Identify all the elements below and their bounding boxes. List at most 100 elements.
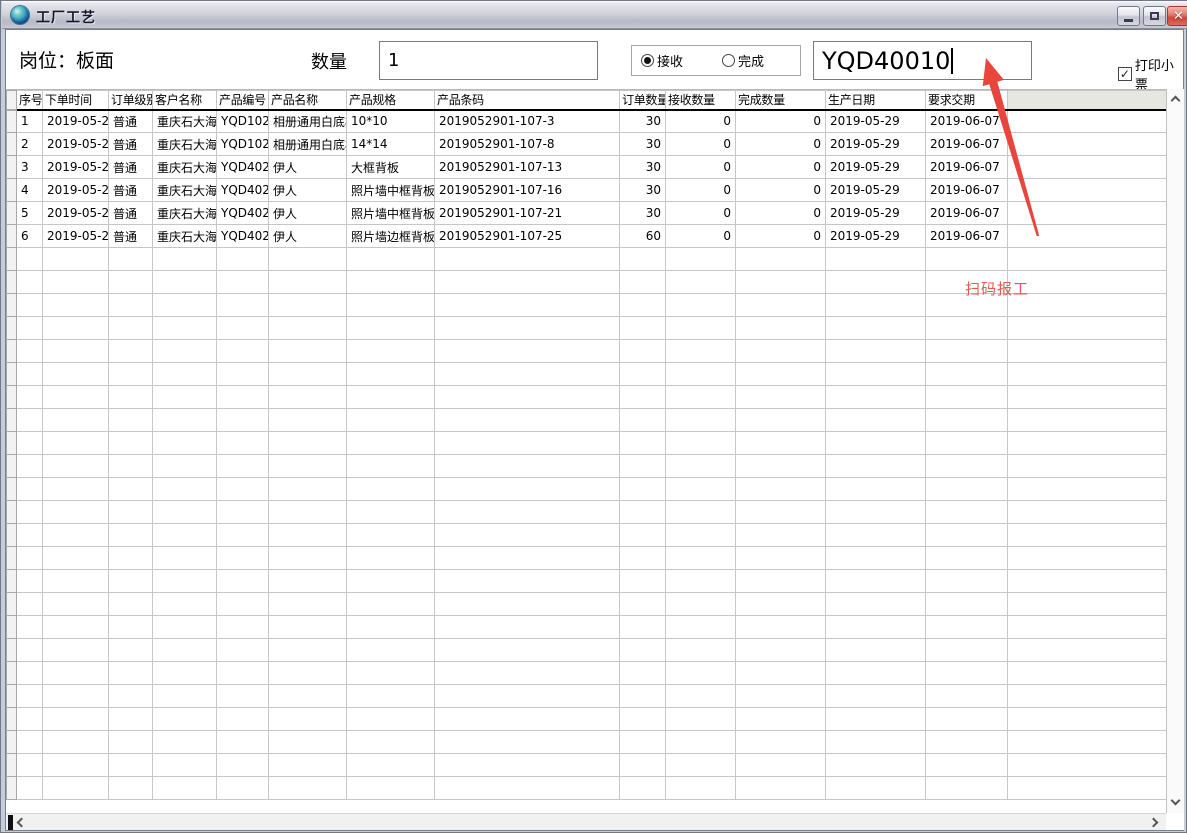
table-cell[interactable]: 5	[17, 202, 43, 225]
minimize-button[interactable]	[1117, 6, 1140, 26]
table-cell[interactable]: 2019-06-07	[926, 133, 1008, 156]
table-cell[interactable]: 2	[17, 133, 43, 156]
titlebar[interactable]: 工厂工艺 ✕	[2, 1, 1187, 29]
table-cell[interactable]: 14*14	[347, 133, 435, 156]
quantity-input[interactable]: 1	[379, 41, 598, 80]
table-cell[interactable]: 重庆石大海	[153, 133, 217, 156]
hscroll-thumb[interactable]	[8, 815, 13, 830]
table-cell[interactable]: 2019-05-28	[43, 133, 109, 156]
table-cell[interactable]: YQD40214	[217, 225, 269, 248]
table-cell[interactable]: 伊人	[269, 202, 347, 225]
table-cell[interactable]: 2019052901-107-16	[435, 179, 620, 202]
table-cell[interactable]: 2019-05-29	[826, 110, 926, 133]
column-header[interactable]: 客户名称	[153, 91, 217, 110]
table-cell[interactable]: 4	[17, 179, 43, 202]
scroll-down-button[interactable]	[1172, 797, 1180, 805]
table-cell[interactable]: 0	[736, 225, 826, 248]
table-cell[interactable]: 重庆石大海	[153, 202, 217, 225]
table-cell[interactable]: 6	[17, 225, 43, 248]
table-cell[interactable]: 2019-06-07	[926, 225, 1008, 248]
table-cell[interactable]: 普通	[109, 110, 153, 133]
column-header[interactable]: 订单级别	[109, 91, 153, 110]
table-cell[interactable]: 2019-05-28	[43, 225, 109, 248]
horizontal-scrollbar[interactable]	[6, 813, 1166, 830]
table-cell[interactable]: 照片墙边框背板	[347, 225, 435, 248]
receive-radio[interactable]: 接收	[641, 51, 713, 70]
table-cell[interactable]: 2019-05-29	[826, 179, 926, 202]
table-cell[interactable]: 0	[666, 202, 736, 225]
table-cell[interactable]: 0	[666, 179, 736, 202]
table-cell[interactable]: 普通	[109, 133, 153, 156]
table-cell[interactable]: 0	[666, 110, 736, 133]
table-cell[interactable]: 2019052901-107-13	[435, 156, 620, 179]
scroll-right-button[interactable]	[1150, 819, 1158, 827]
table-cell[interactable]: 2019052901-107-3	[435, 110, 620, 133]
table-cell[interactable]: 2019052901-107-21	[435, 202, 620, 225]
row-selector[interactable]	[7, 156, 17, 179]
table-cell[interactable]: 0	[666, 156, 736, 179]
row-selector[interactable]	[7, 202, 17, 225]
table-cell[interactable]: 0	[736, 179, 826, 202]
column-header[interactable]: 订单数量	[620, 91, 666, 110]
column-header[interactable]: 生产日期	[826, 91, 926, 110]
column-header[interactable]: 接收数量	[666, 91, 736, 110]
table-cell[interactable]: YQD10277	[217, 110, 269, 133]
table-cell[interactable]: 重庆石大海	[153, 156, 217, 179]
table-cell[interactable]: 普通	[109, 156, 153, 179]
row-selector[interactable]	[7, 225, 17, 248]
table-cell[interactable]: 重庆石大海	[153, 225, 217, 248]
table-cell[interactable]: 伊人	[269, 156, 347, 179]
table-cell[interactable]: 相册通用白底板	[269, 110, 347, 133]
table-cell[interactable]: 0	[736, 133, 826, 156]
table-cell[interactable]: 10*10	[347, 110, 435, 133]
table-cell[interactable]: 2019-06-07	[926, 156, 1008, 179]
column-header[interactable]: 下单时间	[43, 91, 109, 110]
vertical-scrollbar[interactable]	[1166, 89, 1184, 813]
table-cell[interactable]: YQD40213	[217, 179, 269, 202]
table-cell[interactable]: 3	[17, 156, 43, 179]
table-cell[interactable]: 30	[620, 179, 666, 202]
close-button[interactable]: ✕	[1167, 6, 1187, 26]
table-cell[interactable]: 2019-05-28	[43, 110, 109, 133]
maximize-button[interactable]	[1143, 6, 1166, 26]
column-header[interactable]: 产品名称	[269, 91, 347, 110]
table-cell[interactable]: 重庆石大海	[153, 179, 217, 202]
table-cell[interactable]: 1	[17, 110, 43, 133]
column-header[interactable]: 完成数量	[736, 91, 826, 110]
table-cell[interactable]: 30	[620, 133, 666, 156]
table-cell[interactable]: 2019-05-29	[826, 133, 926, 156]
barcode-input[interactable]: YQD40010	[813, 41, 1032, 80]
table-cell[interactable]: 2019-05-28	[43, 156, 109, 179]
table-cell[interactable]: YQD10278	[217, 133, 269, 156]
table-cell[interactable]: 2019-06-07	[926, 110, 1008, 133]
table-cell[interactable]: 2019-05-28	[43, 179, 109, 202]
table-cell[interactable]: 30	[620, 202, 666, 225]
table-cell[interactable]: 2019-05-28	[43, 202, 109, 225]
table-cell[interactable]: 伊人	[269, 179, 347, 202]
row-selector[interactable]	[7, 110, 17, 133]
scroll-up-button[interactable]	[1172, 97, 1180, 105]
row-selector[interactable]	[7, 179, 17, 202]
table-cell[interactable]: 2019052901-107-8	[435, 133, 620, 156]
row-selector[interactable]	[7, 133, 17, 156]
corner-header-cell[interactable]	[7, 91, 17, 110]
column-header[interactable]: 序号	[17, 91, 43, 110]
table-cell[interactable]: 普通	[109, 225, 153, 248]
column-header[interactable]: 产品编号	[217, 91, 269, 110]
table-cell[interactable]: 2019-05-29	[826, 202, 926, 225]
complete-radio[interactable]: 完成	[722, 51, 794, 70]
print-receipt-checkbox[interactable]: ✓ 打印小票	[1118, 55, 1186, 93]
table-cell[interactable]: 0	[666, 225, 736, 248]
table-cell[interactable]: 0	[736, 156, 826, 179]
table-cell[interactable]: 30	[620, 156, 666, 179]
table-cell[interactable]: 0	[736, 202, 826, 225]
table-cell[interactable]: 2019-06-07	[926, 179, 1008, 202]
table-cell[interactable]: YQD40213	[217, 202, 269, 225]
table-cell[interactable]: 大框背板	[347, 156, 435, 179]
table-cell[interactable]: 2019-05-29	[826, 225, 926, 248]
table-cell[interactable]: 普通	[109, 202, 153, 225]
table-cell[interactable]: 60	[620, 225, 666, 248]
table-cell[interactable]: 伊人	[269, 225, 347, 248]
table-cell[interactable]: 2019-05-29	[826, 156, 926, 179]
column-header[interactable]: 产品规格	[347, 91, 435, 110]
